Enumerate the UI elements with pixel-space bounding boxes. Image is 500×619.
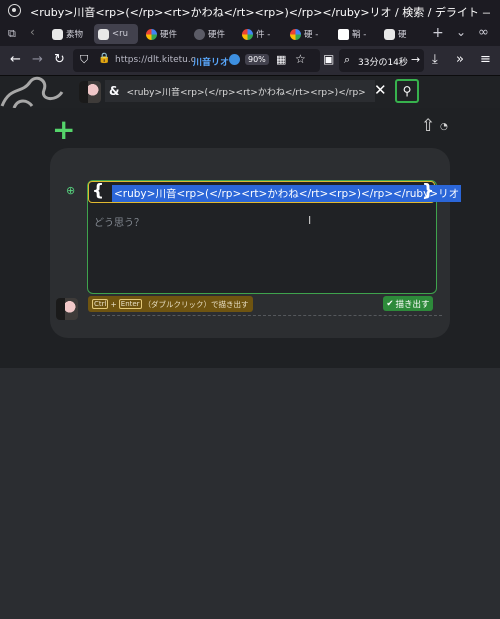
- google-favicon-icon: [290, 28, 301, 40]
- title-field[interactable]: { <ruby>川音<rp>(</rp><rt>かわね</rt><rp>)</r…: [88, 181, 462, 203]
- search-icon: ⚲: [402, 84, 412, 98]
- tab-item[interactable]: 件 -: [238, 24, 282, 44]
- tab-label: 件 -: [256, 30, 271, 40]
- user-badge: 川音リオ: [193, 58, 230, 68]
- shortcut-hint: Ctrl + Enter （ダブルクリック）で描き出す: [88, 296, 253, 312]
- lock-icon[interactable]: 🔒: [98, 53, 110, 64]
- tab-label: 硬件: [208, 30, 226, 40]
- tab-label: 硬 -: [304, 30, 319, 40]
- site-header: & <ruby>川音<rp>(</rp><rt>かわね</rt><rp>)</r…: [0, 76, 500, 108]
- clear-search-button[interactable]: ✕: [374, 81, 387, 99]
- window-titlebar: <ruby>川音<rp>(</rp><rt>かわね</rt><rp>)</rp>…: [0, 0, 500, 22]
- overflow-chevron-icon[interactable]: »: [456, 52, 464, 67]
- window-title: <ruby>川音<rp>(</rp><rt>かわね</rt><rp>)</rp>…: [30, 6, 490, 19]
- google-favicon-icon: [242, 28, 253, 40]
- new-tab-icon[interactable]: +: [432, 25, 444, 41]
- add-post-button[interactable]: +: [52, 116, 75, 144]
- window-menu-icon[interactable]: [8, 4, 21, 17]
- tab-label: 鞘 -: [352, 30, 367, 40]
- avatar[interactable]: [79, 81, 101, 103]
- tab-label: 硬件: [160, 30, 178, 40]
- tab-label: 素物: [66, 30, 84, 40]
- site-favicon-icon: [194, 28, 205, 40]
- navigation-toolbar: ← → ↻ ⛉ 🔒 https://dlt.kitetu.c 川音リオ 90% …: [0, 46, 500, 76]
- back-arrow-icon[interactable]: ←: [10, 52, 21, 67]
- user-dot-icon: [229, 54, 240, 65]
- site-favicon-icon: [384, 28, 395, 40]
- composer-card: ⊕ { <ruby>川音<rp>(</rp><rt>かわね</rt><rp>)<…: [50, 148, 462, 338]
- post-editor[interactable]: { <ruby>川音<rp>(</rp><rt>かわね</rt><rp>)</r…: [87, 180, 462, 294]
- tab-item[interactable]: 硬: [380, 24, 424, 44]
- download-icon[interactable]: ⤓: [432, 52, 438, 67]
- search-button[interactable]: ⚲: [395, 79, 419, 103]
- hint-text: （ダブルクリック）で描き出す: [143, 299, 249, 309]
- reload-icon[interactable]: ↻: [54, 52, 65, 67]
- list-tabs-icon[interactable]: ⌄: [456, 25, 466, 39]
- url-bar[interactable]: ⛉ 🔒 https://dlt.kitetu.c 川音リオ 90% ▦ ☆: [73, 49, 320, 72]
- search-field[interactable]: & <ruby>川音<rp>(</rp><rt>かわね</rt><rp>)</r…: [105, 80, 375, 102]
- search-scope-amp[interactable]: &: [109, 84, 119, 98]
- qr-code-icon[interactable]: ▦: [276, 53, 286, 66]
- extension-icon[interactable]: ▣: [323, 52, 334, 66]
- tab-item[interactable]: 素物: [48, 24, 92, 44]
- divider: [92, 315, 442, 316]
- search-bar[interactable]: ⌕ 33分の14秒 →: [339, 49, 424, 72]
- tab-item[interactable]: 硬 -: [286, 24, 330, 44]
- share-icon[interactable]: ⇧: [421, 116, 435, 136]
- composer-avatar[interactable]: [56, 298, 78, 320]
- post-button[interactable]: ✔ 描き出す: [383, 296, 433, 311]
- page-content: & <ruby>川音<rp>(</rp><rt>かわね</rt><rp>)</r…: [0, 76, 500, 619]
- search-input[interactable]: <ruby>川音<rp>(</rp><rt>かわね</rt><rp>)</rp>…: [126, 85, 366, 98]
- search-bar-text[interactable]: 33分の14秒: [358, 55, 408, 68]
- bookmark-star-icon[interactable]: ☆: [295, 52, 306, 66]
- tab-bar: ⧉ ‹ 素物 <ru 硬件 硬件 件 - 硬 - 鞘 - 硬 + ⌄ ∞: [0, 22, 500, 46]
- rss-icon[interactable]: ◔: [440, 122, 448, 132]
- tab-scroll-left-icon[interactable]: ‹: [30, 25, 35, 39]
- ctrl-key: Ctrl: [92, 299, 109, 309]
- site-logo-pattern: [0, 76, 64, 108]
- site-favicon-icon: [338, 28, 349, 40]
- empty-content-area: [0, 368, 500, 619]
- open-brace: {: [92, 181, 105, 201]
- tab-label: 硬: [398, 30, 407, 40]
- forward-arrow-icon[interactable]: →: [32, 52, 43, 67]
- search-go-icon[interactable]: →: [411, 53, 420, 66]
- magnifier-icon: ⌕: [344, 53, 351, 66]
- google-favicon-icon: [146, 28, 157, 40]
- shield-icon[interactable]: ⛉: [80, 53, 88, 67]
- menu-icon[interactable]: ≡: [480, 52, 491, 67]
- text-cursor-icon: I: [308, 214, 312, 227]
- tab-overview-icon[interactable]: ⧉: [8, 27, 16, 41]
- tab-label: <ru: [112, 29, 129, 39]
- hint-plus: +: [110, 299, 117, 309]
- body-placeholder[interactable]: どう思う？: [94, 214, 144, 229]
- post-button-label: 描き出す: [395, 299, 430, 310]
- tab-item-active[interactable]: <ru: [94, 24, 138, 44]
- zoom-level[interactable]: 90%: [245, 54, 269, 65]
- tab-item[interactable]: 鞘 -: [334, 24, 378, 44]
- check-icon: ✔: [386, 298, 394, 309]
- private-mask-icon: ∞: [478, 25, 489, 40]
- title-text-selected[interactable]: <ruby>川音<rp>(</rp><rt>かわね</rt><rp>)</rp>…: [112, 185, 462, 202]
- url-text[interactable]: https://dlt.kitetu.c: [115, 55, 196, 65]
- tab-item[interactable]: 硬件: [190, 24, 234, 44]
- tab-item[interactable]: 硬件: [142, 24, 186, 44]
- enter-key: Enter: [118, 299, 142, 309]
- globe-icon[interactable]: ⊕: [66, 184, 75, 197]
- site-favicon-icon: [98, 28, 109, 40]
- site-favicon-icon: [52, 28, 63, 40]
- close-brace: }: [422, 181, 435, 201]
